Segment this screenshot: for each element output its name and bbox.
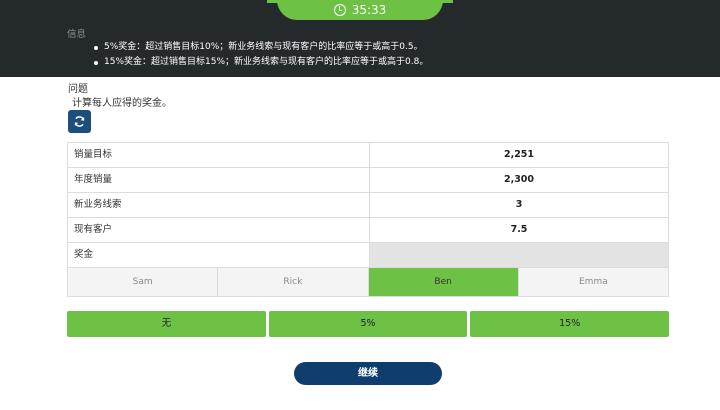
refresh-button[interactable] bbox=[68, 110, 91, 133]
info-label: 信息 bbox=[67, 29, 87, 40]
tab-sam[interactable]: Sam bbox=[68, 268, 219, 296]
info-header: 35:33 信息 5%奖金：超过销售目标10%；新业务线索与现有客户的比率应等于… bbox=[0, 0, 720, 77]
info-list: 5%奖金：超过销售目标10%；新业务线索与现有客户的比率应等于或高于0.5。 1… bbox=[92, 40, 428, 70]
timer-badge: 35:33 bbox=[267, 0, 453, 20]
tab-emma[interactable]: Emma bbox=[518, 268, 668, 296]
tab-ben[interactable]: Ben bbox=[368, 268, 519, 296]
row-value: 3 bbox=[515, 199, 523, 210]
row-label: 年度销量 bbox=[68, 168, 370, 192]
row-value: 7.5 bbox=[510, 224, 528, 235]
option-5-percent-button[interactable]: 5% bbox=[268, 311, 468, 337]
table-row: 现有客户 7.5 bbox=[68, 218, 668, 243]
timer-value: 35:33 bbox=[351, 3, 387, 17]
data-table: 销量目标 2,251 年度销量 2,300 新业务线索 3 现有客户 7.5 奖… bbox=[67, 142, 669, 297]
question-label: 问题 bbox=[68, 84, 88, 95]
info-item-15-percent: 15%奖金：超过销售目标15%；新业务线索与现有客户的比率应等于或高于0.8。 bbox=[92, 55, 428, 70]
table-row: 新业务线索 3 bbox=[68, 193, 668, 218]
refresh-icon bbox=[74, 116, 85, 127]
row-value: 2,300 bbox=[503, 174, 535, 185]
tab-rick[interactable]: Rick bbox=[218, 268, 369, 296]
clock-icon bbox=[333, 4, 346, 16]
person-tabs: Sam Rick Ben Emma bbox=[68, 268, 668, 296]
bonus-options: 无 5% 15% bbox=[67, 311, 670, 337]
table-row-bonus: 奖金 bbox=[68, 243, 668, 268]
question-text: 计算每人应得的奖金。 bbox=[72, 98, 172, 109]
info-item-5-percent: 5%奖金：超过销售目标10%；新业务线索与现有客户的比率应等于或高于0.5。 bbox=[92, 40, 428, 55]
row-label: 奖金 bbox=[68, 243, 370, 267]
option-none-button[interactable]: 无 bbox=[67, 311, 266, 337]
table-row: 年度销量 2,300 bbox=[68, 168, 668, 193]
option-15-percent-button[interactable]: 15% bbox=[470, 311, 670, 337]
continue-button[interactable]: 继续 bbox=[294, 362, 442, 385]
bonus-value-cell bbox=[370, 243, 668, 267]
table-row: 销量目标 2,251 bbox=[68, 143, 668, 168]
row-label: 现有客户 bbox=[68, 218, 370, 242]
row-value: 2,251 bbox=[503, 149, 535, 160]
row-label: 新业务线索 bbox=[68, 193, 370, 217]
row-label: 销量目标 bbox=[68, 143, 370, 167]
